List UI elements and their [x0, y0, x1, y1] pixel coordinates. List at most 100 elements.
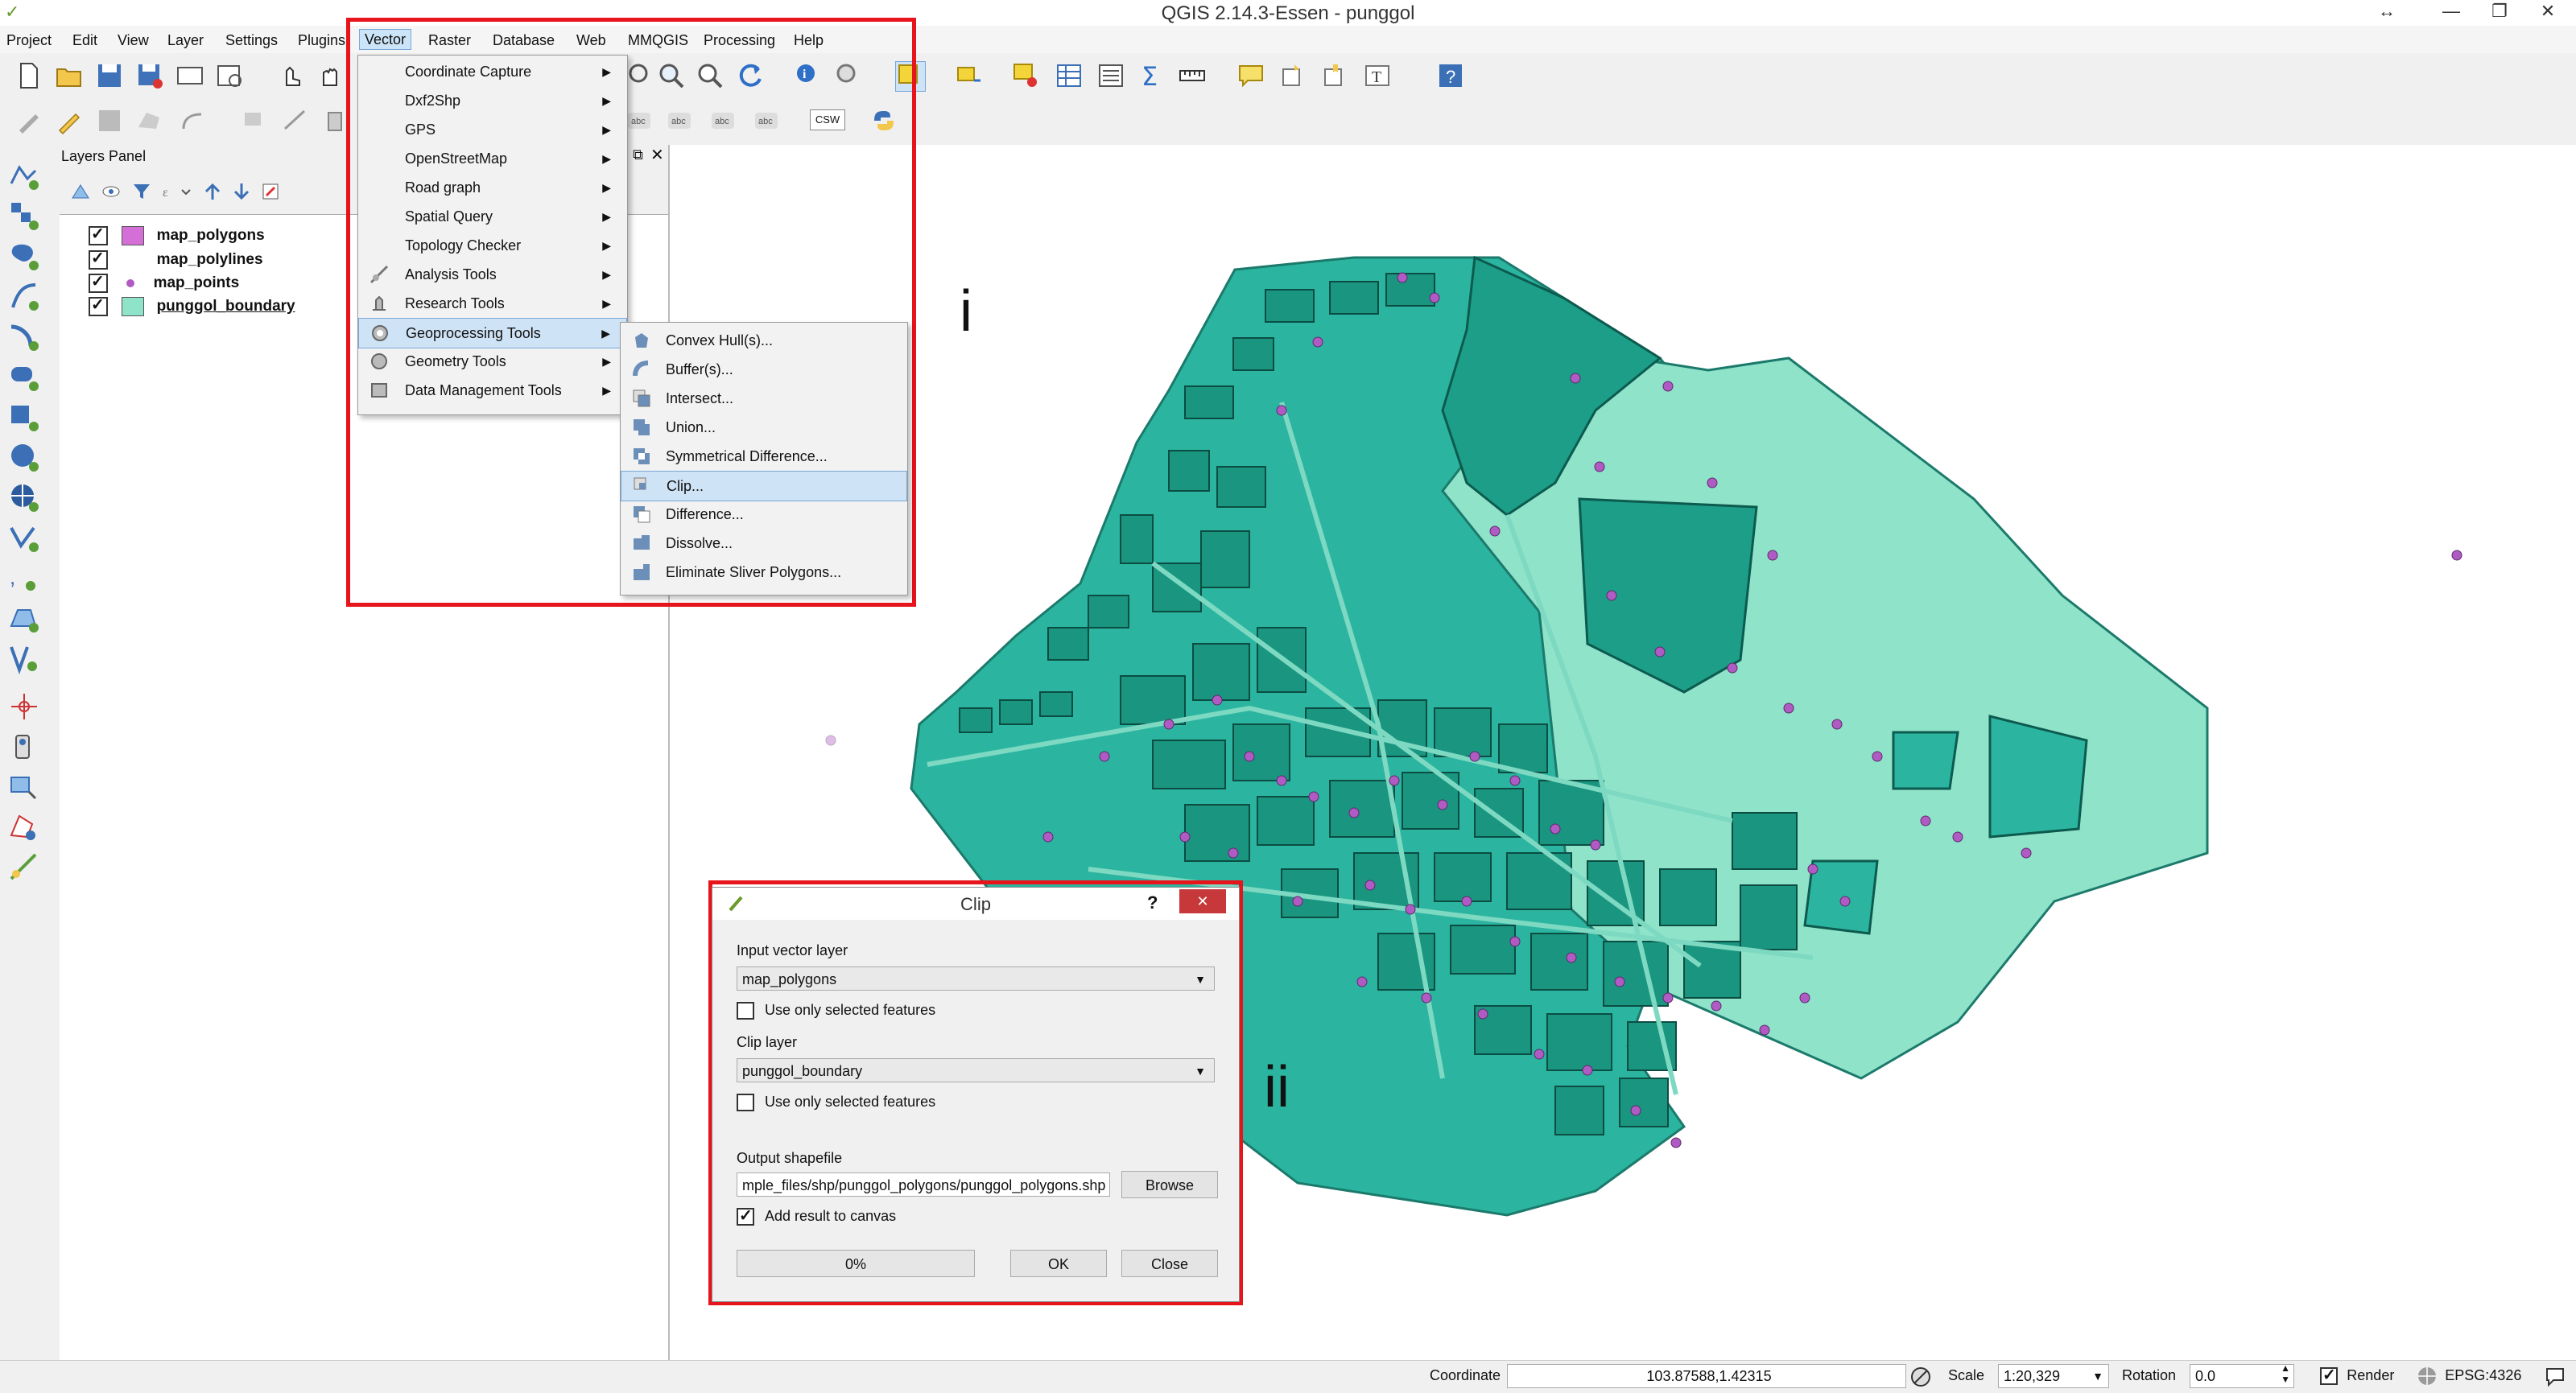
trash-icon[interactable]	[320, 106, 349, 135]
statistics-sigma-icon[interactable]: Σ	[1138, 61, 1167, 92]
render-checkbox[interactable]	[2320, 1365, 2338, 1385]
use-selected-2-checkbox[interactable]	[737, 1094, 754, 1112]
layer-item-map-points[interactable]: map_points	[89, 271, 239, 296]
add-vector-layer-icon[interactable]	[8, 159, 40, 192]
menu-item-union[interactable]: Union...	[621, 413, 907, 442]
map-tips-icon[interactable]	[1236, 61, 1265, 90]
menu-item-eliminate-sliver-polygons[interactable]: Eliminate Sliver Polygons...	[621, 558, 907, 587]
menu-item-topology-checker[interactable]: Topology Checker ▶	[358, 231, 627, 260]
new-project-icon[interactable]	[14, 61, 43, 90]
add-mssql-layer-icon[interactable]	[8, 320, 40, 352]
render-toggle[interactable]: Render	[2320, 1365, 2394, 1385]
pan-hand-icon[interactable]	[316, 61, 345, 90]
minimize-button[interactable]: —	[2431, 0, 2471, 24]
menu-layer[interactable]: Layer	[163, 31, 208, 50]
layer-visibility-checkbox[interactable]	[89, 224, 108, 245]
crs-status[interactable]: EPSG:4326	[2417, 1366, 2521, 1387]
remove-layer-icon[interactable]	[261, 182, 280, 201]
menu-item-geoprocessing-tools[interactable]: Geoprocessing Tools ▶	[358, 318, 627, 348]
menu-item-dxf2shp[interactable]: Dxf2Shp ▶	[358, 86, 627, 115]
scale-select[interactable]: 1:20,329 ▼	[1998, 1364, 2109, 1388]
show-bookmarks-icon[interactable]	[1320, 61, 1349, 90]
use-selected-1-row[interactable]: Use only selected features	[737, 1002, 935, 1020]
menu-item-convex-hull[interactable]: Convex Hull(s)...	[621, 326, 907, 355]
add-wcs-layer-icon[interactable]	[8, 481, 40, 513]
dialog-help-button[interactable]: ?	[1147, 892, 1158, 913]
menu-item-openstreetmap[interactable]: OpenStreetMap ▶	[358, 144, 627, 173]
new-shapefile-icon[interactable]	[8, 602, 40, 634]
add-result-row[interactable]: Add result to canvas	[737, 1205, 896, 1226]
messages-icon[interactable]	[2544, 1366, 2566, 1388]
add-wfs-layer-icon[interactable]	[8, 521, 40, 554]
coordinate-capture-icon[interactable]	[8, 690, 40, 723]
menu-item-research-tools[interactable]: Research Tools ▶	[358, 289, 627, 318]
touch-zoom-icon[interactable]	[277, 61, 306, 90]
rotation-spinbox[interactable]: 0.0 ▲ ▼	[2190, 1362, 2294, 1388]
add-postgis-layer-icon[interactable]	[8, 240, 40, 272]
use-selected-1-checkbox[interactable]	[737, 1002, 754, 1020]
add-delimited-text-icon[interactable]: ,	[8, 562, 40, 594]
filter-legend-icon[interactable]	[132, 182, 151, 201]
menu-item-dissolve[interactable]: Dissolve...	[621, 529, 907, 558]
menu-settings[interactable]: Settings	[221, 31, 283, 50]
save-project-icon[interactable]	[95, 61, 124, 90]
layer-visibility-checkbox[interactable]	[89, 271, 108, 293]
menu-item-buffer[interactable]: Buffer(s)...	[621, 355, 907, 384]
save-edits-icon[interactable]	[95, 106, 124, 135]
print-composer-icon[interactable]	[175, 61, 204, 90]
menu-item-clip[interactable]: Clip...	[621, 471, 907, 501]
close-button[interactable]: Close	[1121, 1250, 1218, 1277]
dialog-close-button[interactable]: ✕	[1179, 889, 1226, 913]
menu-item-road-graph[interactable]: Road graph ▶	[358, 173, 627, 202]
menu-project[interactable]: Project	[2, 31, 56, 50]
menu-item-intersect[interactable]: Intersect...	[621, 384, 907, 413]
attribute-table-icon[interactable]	[1055, 61, 1084, 90]
select-by-value-icon[interactable]	[955, 61, 984, 90]
layer-item-map-polylines[interactable]: map_polylines	[89, 248, 263, 273]
input-layer-select[interactable]: map_polygons ▼	[737, 966, 1215, 991]
topology-checker-icon[interactable]	[8, 851, 40, 884]
coordinate-field[interactable]: 103.87588,1.42315	[1507, 1364, 1906, 1388]
use-selected-2-row[interactable]: Use only selected features	[737, 1094, 935, 1112]
add-result-checkbox[interactable]	[737, 1205, 754, 1226]
gps-tools-icon[interactable]	[8, 731, 40, 763]
measure-ruler-icon[interactable]	[1179, 61, 1208, 90]
menu-item-geometry-tools[interactable]: Geometry Tools ▶	[358, 347, 627, 376]
browse-button[interactable]: Browse	[1121, 1171, 1218, 1198]
menu-item-gps[interactable]: GPS ▶	[358, 115, 627, 144]
visibility-eye-icon[interactable]	[101, 182, 121, 201]
ok-button[interactable]: OK	[1010, 1250, 1107, 1277]
expand-all-icon[interactable]	[203, 182, 222, 201]
add-group-icon[interactable]	[71, 182, 90, 201]
menu-plugins[interactable]: Plugins	[293, 31, 350, 50]
menu-edit[interactable]: Edit	[68, 31, 102, 50]
add-feature-icon[interactable]	[135, 106, 164, 135]
spatial-query-icon[interactable]	[8, 811, 40, 843]
add-spatialite-layer-icon[interactable]	[8, 280, 40, 312]
layer-visibility-checkbox[interactable]	[89, 295, 108, 316]
help-icon[interactable]: ?	[1436, 61, 1465, 90]
menu-item-coordinate-capture[interactable]: Coordinate Capture ▶	[358, 57, 627, 86]
layer-visibility-checkbox[interactable]	[89, 248, 108, 270]
current-edits-icon[interactable]	[14, 106, 43, 135]
restore-button[interactable]: ❐	[2479, 0, 2520, 24]
georeferencer-icon[interactable]	[8, 771, 40, 803]
new-bookmark-icon[interactable]	[1278, 61, 1307, 90]
add-wms-layer-icon[interactable]	[8, 441, 40, 473]
layer-item-map-polygons[interactable]: map_polygons	[89, 224, 265, 249]
new-spatialite-icon[interactable]	[8, 642, 40, 674]
toggle-editing-pencil-icon[interactable]	[55, 106, 84, 135]
filter-expression-icon[interactable]: ε	[163, 182, 192, 201]
menu-item-difference[interactable]: Difference...	[621, 500, 907, 529]
add-oracle-layer-icon[interactable]	[8, 361, 40, 393]
node-tool-icon[interactable]	[238, 106, 267, 135]
menu-item-symmetrical-difference[interactable]: Symmetrical Difference...	[621, 442, 907, 471]
toggle-extents-icon[interactable]	[1909, 1366, 1932, 1388]
menu-item-data-management-tools[interactable]: Data Management Tools ▶	[358, 376, 627, 405]
menu-item-analysis-tools[interactable]: Analysis Tools ▶	[358, 260, 627, 289]
output-shapefile-input[interactable]: mple_files/shp/punggol_polygons/punggol_…	[737, 1173, 1110, 1197]
resize-icon[interactable]: ↔	[2367, 0, 2407, 24]
delete-selected-icon[interactable]	[280, 106, 309, 135]
field-calculator-icon[interactable]	[1096, 61, 1125, 90]
text-annotation-icon[interactable]: T	[1364, 61, 1393, 90]
